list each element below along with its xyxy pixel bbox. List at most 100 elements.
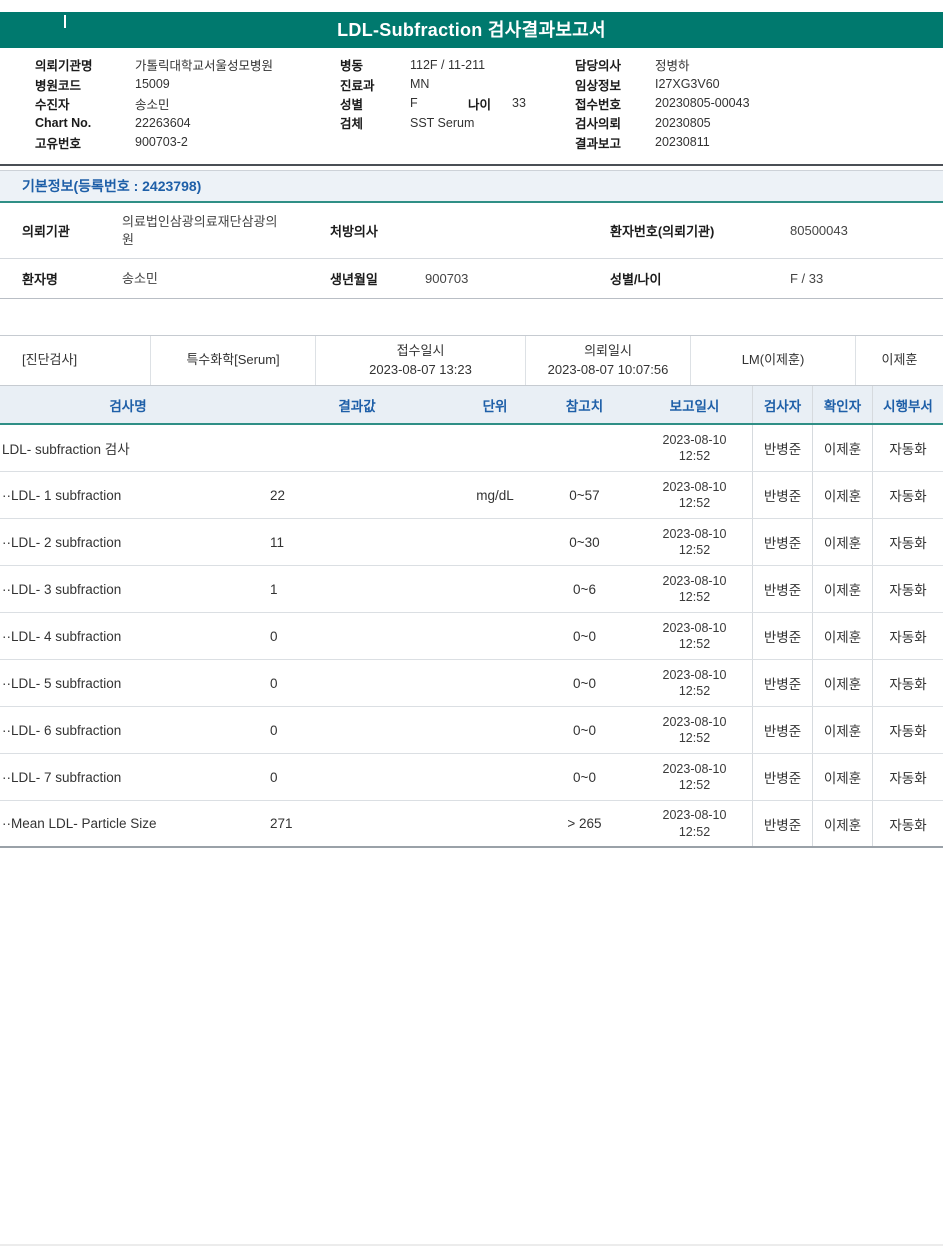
page-bottom-edge	[0, 1244, 943, 1246]
field-value: 80500043	[770, 223, 943, 238]
cell-tester: 반병준	[752, 472, 812, 518]
table-row: ··LDL- 3 subfraction 1 0~6 2023-08-10 12…	[0, 566, 943, 613]
test-category: [진단검사]	[0, 336, 150, 385]
cell-result: 0	[256, 707, 458, 753]
cell-test-name: ··LDL- 7 subfraction	[0, 754, 256, 800]
field-value: 송소민	[122, 270, 312, 288]
order-info-column-3: 담당의사 정병하 임상정보 I27XG3V60 접수번호 20230805-00…	[575, 55, 750, 152]
column-header-result: 결과값	[256, 386, 458, 423]
info-label: 검체	[340, 113, 410, 132]
cell-unit	[458, 754, 532, 800]
reporter-name: 이제훈	[855, 336, 943, 385]
cell-reference: 0~0	[532, 613, 637, 659]
field-label: 환자명	[0, 269, 122, 288]
info-row: 임상정보 I27XG3V60	[575, 74, 750, 93]
report-title-bar: LDL-Subfraction 검사결과보고서	[0, 12, 943, 48]
info-value: 송소민	[135, 94, 170, 113]
column-header-tester: 검사자	[752, 386, 812, 423]
cell-reference: 0~6	[532, 566, 637, 612]
cell-test-name: ··LDL- 2 subfraction	[0, 519, 256, 565]
info-row: 결과보고 20230811	[575, 133, 750, 152]
column-header-unit: 단위	[458, 386, 532, 423]
info-value: 900703-2	[135, 135, 188, 149]
table-row: ··LDL- 2 subfraction 11 0~30 2023-08-10 …	[0, 519, 943, 566]
cell-unit	[458, 801, 532, 846]
cell-unit	[458, 613, 532, 659]
cell-test-name: ··LDL- 4 subfraction	[0, 613, 256, 659]
basic-info-row: 의뢰기관 의료법인삼광의료재단삼광의원 처방의사 환자번호(의뢰기관) 8050…	[0, 203, 943, 259]
field-value: 의료법인삼광의료재단삼광의원	[122, 213, 312, 248]
info-value: 20230805-00043	[655, 96, 750, 110]
field-label: 환자번호(의뢰기관)	[600, 221, 770, 240]
cell-department: 자동화	[872, 801, 943, 846]
cell-tester: 반병준	[752, 519, 812, 565]
cell-unit	[458, 707, 532, 753]
cell-result: 22	[256, 472, 458, 518]
cell-tester: 반병준	[752, 566, 812, 612]
cell-test-name: ··LDL- 5 subfraction	[0, 660, 256, 706]
field-label: 생년월일	[312, 269, 420, 288]
reported-time: 12:52	[679, 824, 710, 840]
table-row: LDL- subfraction 검사 2023-08-10 12:52 반병준…	[0, 425, 943, 472]
column-header-reference: 참고치	[532, 386, 637, 423]
cell-verifier: 이제훈	[812, 801, 872, 846]
info-label: 담당의사	[575, 55, 655, 74]
cell-reference: > 265	[532, 801, 637, 846]
request-value: 2023-08-07 10:07:56	[548, 361, 669, 380]
reported-date: 2023-08-10	[663, 526, 727, 542]
cell-verifier: 이제훈	[812, 707, 872, 753]
reported-date: 2023-08-10	[663, 807, 727, 823]
cell-department: 자동화	[872, 566, 943, 612]
info-value: 15009	[135, 77, 170, 91]
reported-time: 12:52	[679, 636, 710, 652]
cell-department: 자동화	[872, 660, 943, 706]
field-label: 처방의사	[312, 221, 420, 240]
table-row: ··LDL- 7 subfraction 0 0~0 2023-08-10 12…	[0, 754, 943, 801]
cell-result: 0	[256, 660, 458, 706]
cell-reference: 0~0	[532, 707, 637, 753]
cell-department: 자동화	[872, 472, 943, 518]
info-value: SST Serum	[410, 116, 474, 130]
info-row: 접수번호 20230805-00043	[575, 94, 750, 113]
cell-tester: 반병준	[752, 754, 812, 800]
cell-result: 11	[256, 519, 458, 565]
section-divider	[0, 164, 943, 166]
column-header-department: 시행부서	[872, 386, 943, 423]
info-label: 접수번호	[575, 94, 655, 113]
test-section-header: [진단검사] 특수화학[Serum] 접수일시 2023-08-07 13:23…	[0, 335, 943, 386]
request-datetime: 의뢰일시 2023-08-07 10:07:56	[525, 336, 690, 385]
cell-result: 0	[256, 613, 458, 659]
field-label: 성별/나이	[600, 269, 770, 288]
reported-time: 12:52	[679, 589, 710, 605]
info-label: 고유번호	[35, 133, 135, 152]
cell-verifier: 이제훈	[812, 472, 872, 518]
reported-date: 2023-08-10	[663, 620, 727, 636]
reported-date: 2023-08-10	[663, 667, 727, 683]
results-table-header: 검사명 결과값 단위 참고치 보고일시 검사자 확인자 시행부서	[0, 386, 943, 425]
order-info-column-1: 의뢰기관명 가톨릭대학교서울성모병원 병원코드 15009 수진자 송소민 Ch…	[35, 55, 273, 152]
table-row: ··LDL- 6 subfraction 0 0~0 2023-08-10 12…	[0, 707, 943, 754]
reported-time: 12:52	[679, 683, 710, 699]
reported-date: 2023-08-10	[663, 573, 727, 589]
table-row: ··Mean LDL- Particle Size 271 > 265 2023…	[0, 801, 943, 848]
cell-reported-datetime: 2023-08-10 12:52	[637, 613, 752, 659]
table-row: ··LDL- 1 subfraction 22 mg/dL 0~57 2023-…	[0, 472, 943, 519]
cell-test-name: ··LDL- 3 subfraction	[0, 566, 256, 612]
column-header-verifier: 확인자	[812, 386, 872, 423]
info-value: F	[410, 96, 468, 110]
cell-test-name: ··LDL- 6 subfraction	[0, 707, 256, 753]
info-row: 검체 SST Serum	[340, 113, 526, 132]
reported-time: 12:52	[679, 730, 710, 746]
info-row: 병원코드 15009	[35, 74, 273, 93]
cell-test-name: LDL- subfraction 검사	[0, 425, 256, 471]
table-row: ··LDL- 5 subfraction 0 0~0 2023-08-10 12…	[0, 660, 943, 707]
cell-reference: 0~0	[532, 754, 637, 800]
column-header-reported: 보고일시	[637, 386, 752, 423]
info-row: 의뢰기관명 가톨릭대학교서울성모병원	[35, 55, 273, 74]
basic-info-table: 의뢰기관 의료법인삼광의료재단삼광의원 처방의사 환자번호(의뢰기관) 8050…	[0, 203, 943, 299]
reported-time: 12:52	[679, 495, 710, 511]
cell-tester: 반병준	[752, 707, 812, 753]
cell-reported-datetime: 2023-08-10 12:52	[637, 472, 752, 518]
reported-date: 2023-08-10	[663, 761, 727, 777]
cell-test-name: ··Mean LDL- Particle Size	[0, 801, 256, 846]
